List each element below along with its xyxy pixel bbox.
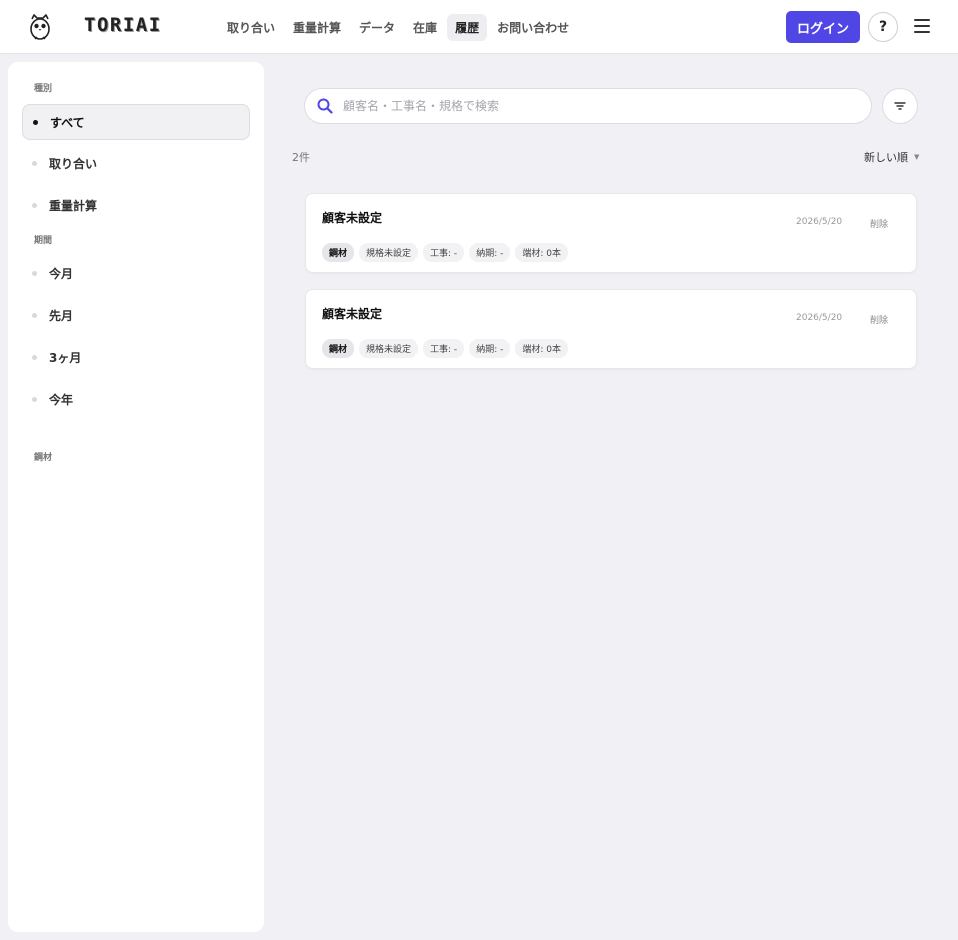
sidebar-item-toriai[interactable]: 取り合い [22,145,250,181]
login-button[interactable]: ログイン [786,11,860,43]
tag-deadline: 納期: - [469,243,511,262]
history-card[interactable]: 顧客未設定 2026/5/20 削除 鋼材 規格未設定 工事: - 納期: - … [305,193,917,273]
sidebar-item-label: 先月 [49,308,74,323]
tag-project: 工事: - [423,339,465,358]
delete-button[interactable]: 削除 [870,217,888,230]
filter-icon [894,102,906,110]
tag-spec: 規格未設定 [359,243,419,262]
help-button[interactable]: ? [868,12,898,42]
card-title: 顧客未設定 [322,211,383,225]
tag-material: 鋼材 [322,339,355,358]
brand-name[interactable]: TORIAI [84,14,162,36]
sidebar-item-this-month[interactable]: 今月 [22,255,250,291]
sidebar-item-label: 重量計算 [49,198,98,213]
nav-item-toriai[interactable]: 取り合い [219,14,283,41]
card-date: 2026/5/20 [796,313,843,323]
chevron-down-icon: ▼ [914,153,920,161]
main-nav: 取り合い 重量計算 データ 在庫 履歴 お問い合わせ [219,14,577,41]
sidebar-item-last-month[interactable]: 先月 [22,297,250,333]
period-heading: 期間 [34,236,53,246]
nav-item-contact[interactable]: お問い合わせ [489,14,577,41]
sidebar-item-label: 今年 [49,392,74,407]
nav-item-weight-calc[interactable]: 重量計算 [285,14,349,41]
nav-item-data[interactable]: データ [351,14,403,41]
sidebar-item-label: すべて [50,115,85,130]
bullet-icon [32,354,37,360]
card-tags: 鋼材 規格未設定 工事: - 納期: - 端材: 0本 [322,243,568,262]
sidebar-item-weight-calc[interactable]: 重量計算 [22,187,250,223]
tag-remnants: 端材: 0本 [515,339,568,358]
sort-label: 新しい順 [864,151,908,164]
tag-spec: 規格未設定 [359,339,419,358]
bullet-icon [32,160,37,166]
search-input[interactable] [343,99,843,113]
bullet-icon [33,119,38,125]
search-bar [304,88,872,124]
sidebar-item-label: 今月 [49,266,74,281]
filter-button[interactable] [882,88,918,124]
bullet-icon [32,202,37,208]
tag-material: 鋼材 [322,243,355,262]
owl-icon[interactable] [28,12,52,42]
top-header: TORIAI 取り合い 重量計算 データ 在庫 履歴 お問い合わせ ログイン ? [0,0,958,54]
nav-item-stock[interactable]: 在庫 [405,14,445,41]
search-icon [317,98,333,114]
type-heading: 種別 [34,84,53,94]
sidebar-item-label: 取り合い [49,156,98,171]
sidebar-item-all[interactable]: すべて [22,104,250,140]
card-title: 顧客未設定 [322,307,383,321]
hamburger-menu-icon[interactable] [914,19,930,33]
sidebar-item-label: 3ヶ月 [49,350,82,365]
history-card[interactable]: 顧客未設定 2026/5/20 削除 鋼材 規格未設定 工事: - 納期: - … [305,289,917,369]
nav-item-history[interactable]: 履歴 [447,14,488,41]
material-heading: 鋼材 [34,453,53,463]
bullet-icon [32,396,37,402]
filter-sidebar: 種別 すべて 取り合い 重量計算 期間 今月 先月 3ヶ月 今年 鋼材 [8,62,264,932]
result-count: 2件 [292,151,310,164]
bullet-icon [32,270,37,276]
tag-project: 工事: - [423,243,465,262]
sort-dropdown[interactable]: 新しい順 ▼ [864,149,919,165]
card-date: 2026/5/20 [796,217,843,227]
bullet-icon [32,312,37,318]
card-tags: 鋼材 規格未設定 工事: - 納期: - 端材: 0本 [322,339,568,358]
tag-remnants: 端材: 0本 [515,243,568,262]
tag-deadline: 納期: - [469,339,511,358]
sidebar-item-this-year[interactable]: 今年 [22,381,250,417]
delete-button[interactable]: 削除 [870,313,888,326]
sidebar-item-3-months[interactable]: 3ヶ月 [22,339,250,375]
